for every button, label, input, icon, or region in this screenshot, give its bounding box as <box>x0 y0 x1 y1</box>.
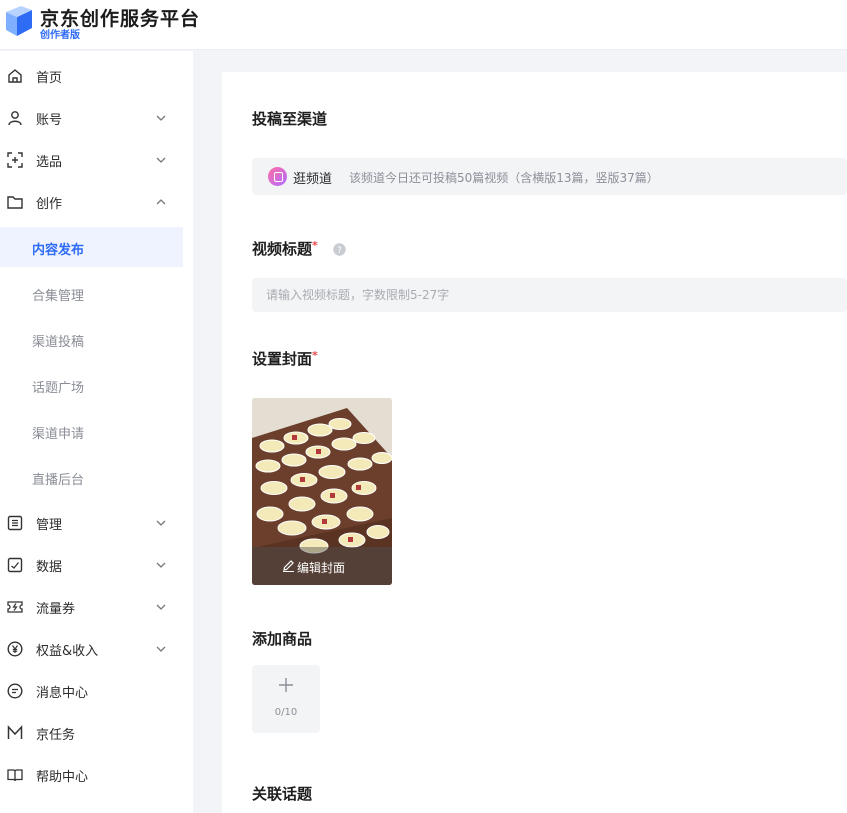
sidebar-item-help-center[interactable]: 帮助中心 <box>0 755 193 795</box>
help-icon[interactable]: ? <box>333 243 346 256</box>
channel-section-title: 投稿至渠道 <box>252 110 328 128</box>
user-icon <box>8 111 22 126</box>
video-title-input[interactable] <box>252 278 847 312</box>
channel-quota-desc: 该频道今日还可投稿50篇视频（含横版13篇，竖版37篇） <box>349 171 659 185</box>
sidebar-subitem-collection[interactable]: 合集管理 <box>0 273 183 313</box>
sidebar-item-jd-task[interactable]: 京任务 <box>0 713 193 753</box>
chevron-down-icon <box>156 520 166 526</box>
add-goods-section-title: 添加商品 <box>252 630 313 648</box>
required-mark: * <box>312 239 318 252</box>
required-mark: * <box>312 349 318 362</box>
sidebar-subitem-label: 话题广场 <box>32 381 85 396</box>
sidebar-subitem-label: 合集管理 <box>32 289 85 304</box>
goods-count: 0/10 <box>274 707 298 718</box>
chart-icon <box>7 557 23 573</box>
add-goods-button[interactable]: 0/10 <box>252 665 320 733</box>
sidebar-item-label: 账号 <box>36 113 63 128</box>
sidebar-subitem-topic-square[interactable]: 话题广场 <box>0 365 183 405</box>
sidebar-item-select[interactable]: 选品 <box>0 140 193 180</box>
channel-logo-icon <box>268 167 287 186</box>
sidebar-item-home[interactable]: 首页 <box>0 56 193 96</box>
sidebar-item-label: 京任务 <box>36 728 76 743</box>
chevron-down-icon <box>156 646 166 652</box>
topic-section-title: 关联话题 <box>252 785 313 803</box>
cover-section-title: 设置封面* <box>252 349 318 368</box>
folder-icon <box>7 196 23 209</box>
yen-icon <box>7 641 23 657</box>
list-icon <box>7 515 23 531</box>
edit-cover-button[interactable]: 编辑封面 <box>252 547 392 585</box>
app-subtitle: 创作者版 <box>40 30 80 41</box>
cover-image[interactable]: 编辑封面 <box>252 398 392 585</box>
sidebar-item-label: 权益&收入 <box>36 644 99 659</box>
sidebar-item-label: 管理 <box>36 518 63 533</box>
sidebar-item-label: 选品 <box>36 155 63 170</box>
edit-cover-label: 编辑封面 <box>297 561 346 575</box>
publish-form: 投稿至渠道 逛频道 该频道今日还可投稿50篇视频（含横版13篇，竖版37篇） 视… <box>222 72 847 813</box>
sidebar-item-benefits-income[interactable]: 权益&收入 <box>0 629 193 669</box>
sidebar-subitem-label: 渠道投稿 <box>32 335 85 350</box>
chevron-down-icon <box>156 604 166 610</box>
logo-icon <box>6 6 32 36</box>
chevron-down-icon <box>156 157 166 163</box>
select-icon <box>7 152 23 168</box>
sidebar-item-data[interactable]: 数据 <box>0 545 193 585</box>
sidebar: 首页 账号 选品 创作 内容发布 合集管理 渠道投稿 话题广场 渠道申请 直播后… <box>0 51 193 813</box>
svg-text:?: ? <box>337 246 342 256</box>
chevron-down-icon <box>156 115 166 121</box>
coupon-icon <box>7 601 23 613</box>
video-title-label: 视频标题* <box>252 239 318 258</box>
sidebar-subitem-content-publish[interactable]: 内容发布 <box>0 227 183 267</box>
sidebar-subitem-label: 渠道申请 <box>32 427 85 442</box>
plus-icon <box>279 678 293 692</box>
sidebar-item-create[interactable]: 创作 <box>0 182 193 222</box>
home-icon <box>8 69 22 83</box>
sidebar-subitem-label: 直播后台 <box>32 473 85 488</box>
sidebar-item-label: 消息中心 <box>36 686 89 701</box>
sidebar-item-message-center[interactable]: 消息中心 <box>0 671 193 711</box>
top-bar: 京东创作服务平台 创作者版 <box>0 0 847 50</box>
book-icon <box>7 769 23 782</box>
channel-name: 逛频道 <box>293 172 333 187</box>
channel-selector[interactable]: 逛频道 该频道今日还可投稿50篇视频（含横版13篇，竖版37篇） <box>252 158 847 195</box>
chevron-down-icon <box>156 562 166 568</box>
sidebar-subitem-live-backend[interactable]: 直播后台 <box>0 457 183 497</box>
sidebar-subitem-label: 内容发布 <box>32 243 85 258</box>
sidebar-item-label: 数据 <box>36 560 63 575</box>
sidebar-item-label: 首页 <box>36 71 63 86</box>
sidebar-subitem-channel-apply[interactable]: 渠道申请 <box>0 411 183 451</box>
pencil-icon <box>283 560 294 572</box>
chevron-up-icon <box>156 199 166 205</box>
sidebar-item-label: 帮助中心 <box>36 770 89 785</box>
sidebar-item-account[interactable]: 账号 <box>0 98 193 138</box>
message-icon <box>7 683 23 699</box>
sidebar-item-coupon[interactable]: 流量券 <box>0 587 193 627</box>
m-icon <box>7 725 23 739</box>
sidebar-subitem-channel-submit[interactable]: 渠道投稿 <box>0 319 183 359</box>
sidebar-item-label: 创作 <box>36 197 63 212</box>
sidebar-item-manage[interactable]: 管理 <box>0 503 193 543</box>
sidebar-item-label: 流量券 <box>36 602 76 617</box>
